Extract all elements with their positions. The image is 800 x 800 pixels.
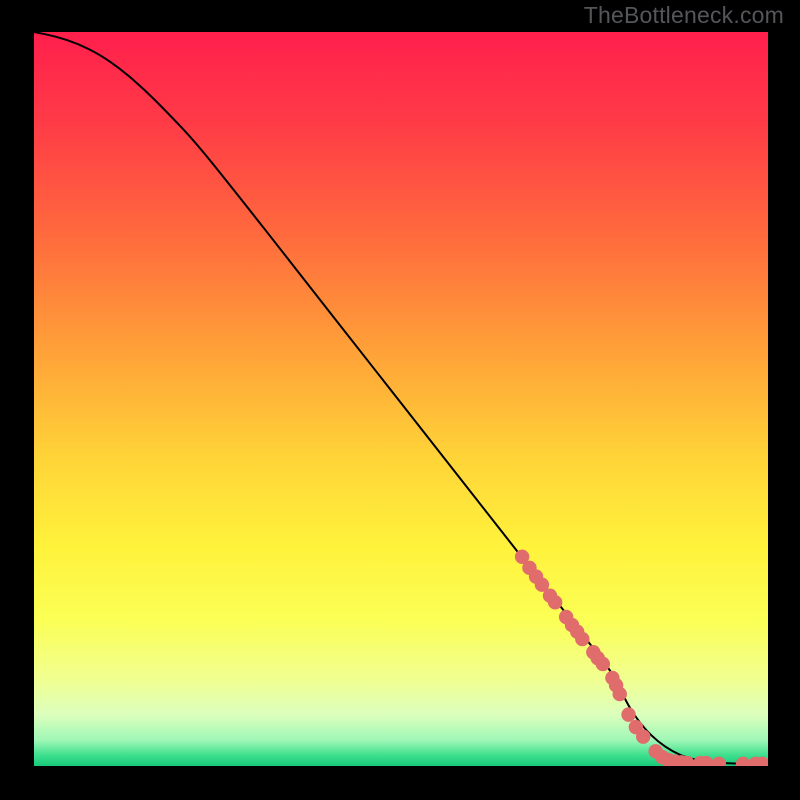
- data-marker: [575, 632, 589, 646]
- plot-area: [34, 32, 768, 766]
- gradient-background: [34, 32, 768, 766]
- data-marker: [613, 687, 627, 701]
- data-marker: [636, 729, 650, 743]
- data-marker: [548, 595, 562, 609]
- chart-svg: [34, 32, 768, 766]
- chart-frame: TheBottleneck.com: [0, 0, 800, 800]
- data-marker: [596, 657, 610, 671]
- data-marker: [621, 707, 635, 721]
- attribution-label: TheBottleneck.com: [584, 2, 784, 29]
